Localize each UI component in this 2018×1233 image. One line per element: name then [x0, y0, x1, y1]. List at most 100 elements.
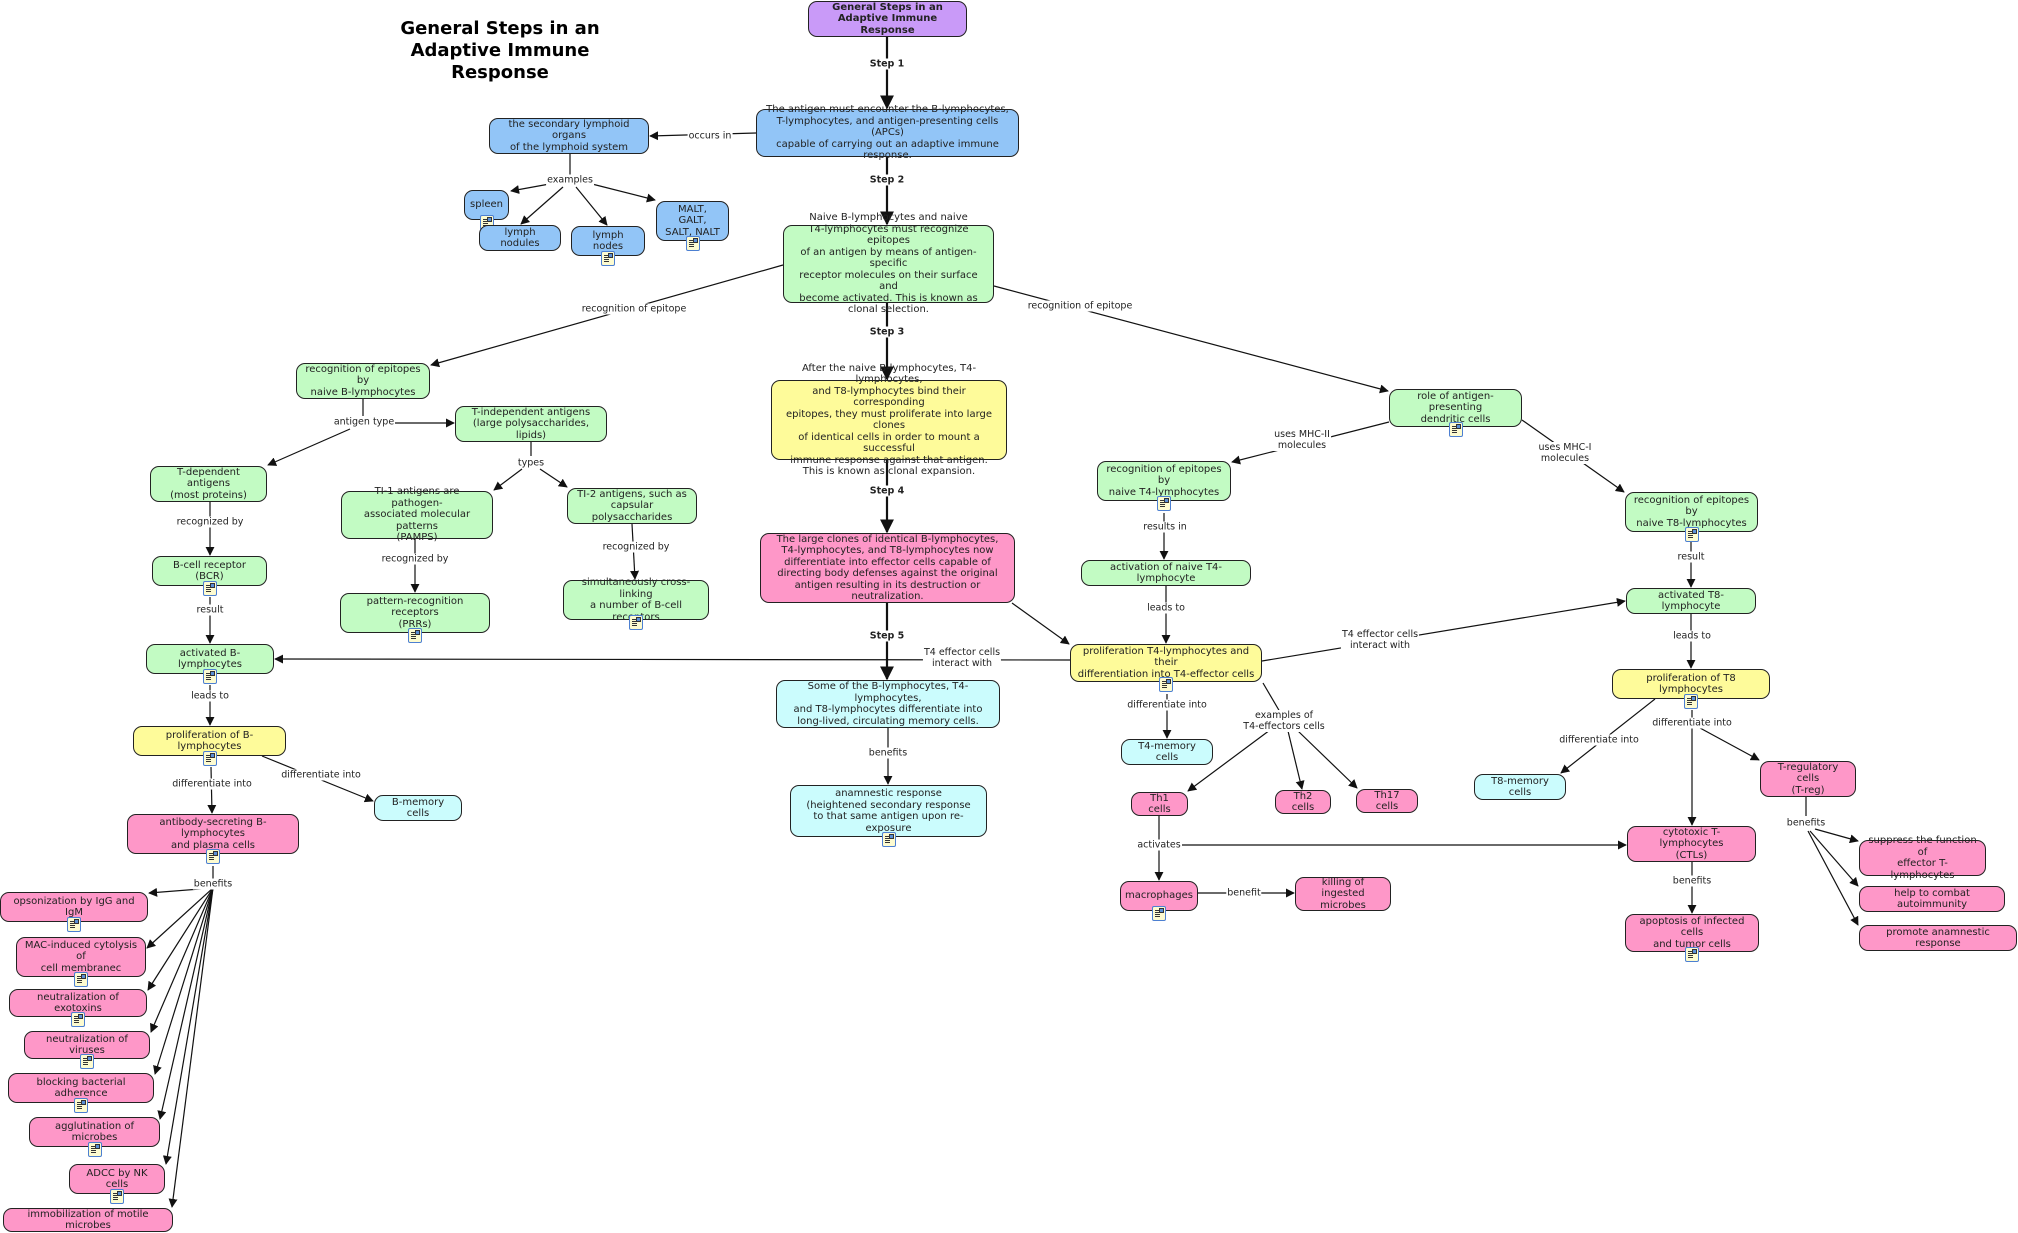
node-t-dependent[interactable]: T-dependent antigens (most proteins) [150, 466, 267, 502]
resource-icon[interactable] [202, 581, 217, 596]
link-label-step2: Step 2 [868, 174, 906, 186]
edge-ex-th2 [1287, 730, 1305, 790]
node-exotoxins[interactable]: neutralization of exotoxins [9, 989, 147, 1027]
node-dendritic[interactable]: role of antigen-presenting dendritic cel… [1389, 389, 1522, 437]
node-prr[interactable]: pattern-recognition receptors (PRRs) [340, 593, 490, 643]
node-text: recognition of epitopes by naive T8-lymp… [1633, 494, 1750, 529]
resource-icon[interactable] [202, 751, 217, 766]
node-step3[interactable]: After the naive B-lymphocytes, T4-lympho… [771, 363, 1007, 477]
resource-icon[interactable] [110, 1189, 124, 1204]
node-spleen[interactable]: spleen [464, 190, 509, 230]
node-step4[interactable]: The large clones of identical B-lymphocy… [760, 533, 1015, 603]
node-text: ADCC by NK cells [86, 1167, 148, 1191]
edge-treg-suppress [1814, 828, 1859, 844]
node-activated-b[interactable]: activated B-lymphocytes [146, 644, 274, 684]
resource-icon[interactable] [203, 669, 217, 684]
resource-icon[interactable] [881, 832, 896, 847]
resource-icon[interactable] [74, 972, 88, 987]
node-t4-memory[interactable]: T4-memory cells [1121, 739, 1213, 765]
node-text: T-regulatory cells (T-reg) [1777, 761, 1839, 796]
node-antibody[interactable]: antibody-secreting B-lymphocytes and pla… [127, 814, 299, 864]
resource-icon[interactable] [1684, 527, 1699, 542]
link-label-t4-interact-left: T4 effector cells interact with [922, 647, 1002, 669]
node-agglutination[interactable]: agglutination of microbes [29, 1117, 160, 1157]
node-autoimmunity[interactable]: help to combat autoimmunity [1859, 886, 2005, 912]
edge-benefit-b-5 [157, 887, 214, 1120]
node-mac[interactable]: MAC-induced cytolysis of cell membranec [16, 937, 146, 987]
resource-icon[interactable] [1685, 947, 1699, 962]
node-immobilization[interactable]: immobilization of motile microbes [3, 1208, 173, 1232]
node-anamnestic[interactable]: anamnestic response (heightened secondar… [790, 785, 987, 847]
resource-icon[interactable] [87, 1142, 102, 1157]
node-text: recognition of epitopes by naive T4-lymp… [1106, 463, 1222, 498]
node-promote[interactable]: promote anamnestic response [1859, 925, 2017, 951]
link-label-diff-into-t8a: differentiate into [1558, 734, 1640, 746]
node-lymph-nodules[interactable]: lymph nodules [479, 225, 561, 251]
node-activation-t4[interactable]: activation of naive T4-lymphocyte [1081, 560, 1251, 586]
node-bcr[interactable]: B-cell receptor (BCR) [152, 556, 267, 596]
link-label-types: types [516, 457, 546, 469]
node-macrophages[interactable]: macrophages [1120, 881, 1198, 921]
resource-icon[interactable] [1448, 422, 1463, 437]
node-ti1[interactable]: TI-1 antigens are pathogen- associated m… [341, 486, 493, 543]
edge-types-r [539, 468, 568, 488]
node-prolif-t4[interactable]: proliferation T4-lymphocytes and their d… [1070, 644, 1262, 692]
node-blocking[interactable]: blocking bacterial adherence [8, 1073, 154, 1113]
node-killing[interactable]: killing of ingested microbes [1295, 877, 1391, 911]
node-lymphoid-organs[interactable]: the secondary lymphoid organs of the lym… [489, 118, 649, 154]
edge-prolif-t4-examples [1262, 682, 1281, 713]
node-root[interactable]: General Steps in an Adaptive Immune Resp… [808, 1, 967, 37]
node-viruses[interactable]: neutralization of viruses [24, 1031, 150, 1069]
edge-ex-malt [591, 183, 656, 203]
node-step5[interactable]: Some of the B-lymphocytes, T4-lymphocyte… [776, 680, 1000, 728]
node-step1[interactable]: The antigen must encounter the B-lymphoc… [756, 104, 1019, 161]
resource-icon[interactable] [80, 1054, 94, 1069]
resource-icon[interactable] [71, 1012, 85, 1027]
node-th17[interactable]: Th17 cells [1356, 789, 1418, 813]
link-label-activates: activates [1136, 839, 1182, 851]
node-text: suppress the function of effector T-lymp… [1868, 835, 1977, 881]
node-ctl[interactable]: cytotoxic T-lymphocytes (CTLs) [1627, 826, 1756, 862]
node-lymph-nodes[interactable]: lymph nodes [571, 226, 645, 266]
node-th2[interactable]: Th2 cells [1275, 790, 1331, 814]
node-ti2[interactable]: TI-2 antigens, such as capsular polysacc… [567, 488, 697, 524]
node-prolif-t8[interactable]: proliferation of T8 lymphocytes [1612, 669, 1770, 709]
node-treg[interactable]: T-regulatory cells (T-reg) [1760, 761, 1856, 797]
node-text: proliferation of T8 lymphocytes [1646, 672, 1736, 696]
concept-map-connections [146, 37, 1859, 1208]
edge-ex-nodes [575, 186, 608, 226]
resource-icon[interactable] [601, 251, 615, 266]
resource-icon[interactable] [1159, 677, 1173, 692]
node-opsonization[interactable]: opsonization by IgG and IgM [0, 892, 148, 932]
resource-icon[interactable] [1152, 906, 1166, 921]
node-text: TI-1 antigens are pathogen- associated m… [363, 486, 471, 544]
node-text: General Steps in an Adaptive Immune Resp… [832, 1, 943, 36]
node-b-memory[interactable]: B-memory cells [374, 795, 462, 821]
resource-icon[interactable] [629, 615, 643, 630]
link-label-diff-into-b2: differentiate into [280, 769, 362, 781]
node-activated-t8[interactable]: activated T8-lymphocyte [1626, 588, 1756, 614]
node-recog-b[interactable]: recognition of epitopes by naive B-lymph… [296, 363, 430, 399]
node-t-independent[interactable]: T-independent antigens (large polysaccha… [455, 406, 607, 442]
node-recog-t8[interactable]: recognition of epitopes by naive T8-lymp… [1625, 492, 1758, 542]
node-malt[interactable]: MALT, GALT, SALT, NALT [656, 201, 729, 251]
node-crosslink[interactable]: simultaneously cross-linking a number of… [563, 577, 709, 630]
resource-icon[interactable] [67, 917, 81, 932]
node-apoptosis[interactable]: apoptosis of infected cells and tumor ce… [1625, 914, 1759, 962]
resource-icon[interactable] [1684, 694, 1698, 709]
node-prolif-b[interactable]: proliferation of B-lymphocytes [133, 726, 286, 766]
resource-icon[interactable] [206, 849, 220, 864]
node-recog-t4[interactable]: recognition of epitopes by naive T4-lymp… [1097, 461, 1231, 511]
resource-icon[interactable] [685, 236, 700, 251]
resource-icon[interactable] [74, 1098, 88, 1113]
node-t8-memory[interactable]: T8-memory cells [1474, 774, 1566, 800]
node-suppress[interactable]: suppress the function of effector T-lymp… [1859, 835, 1986, 881]
link-label-diff-into-t8b: differentiate into [1651, 717, 1733, 729]
resource-icon[interactable] [1157, 496, 1171, 511]
node-step2[interactable]: Naive B-lymphocytes and naive T4-lymphoc… [783, 212, 994, 315]
node-text: Th1 cells [1148, 792, 1171, 816]
node-adcc[interactable]: ADCC by NK cells [69, 1164, 165, 1204]
node-text: proliferation T4-lymphocytes and their d… [1077, 645, 1255, 680]
node-th1[interactable]: Th1 cells [1131, 792, 1188, 816]
resource-icon[interactable] [408, 628, 422, 643]
